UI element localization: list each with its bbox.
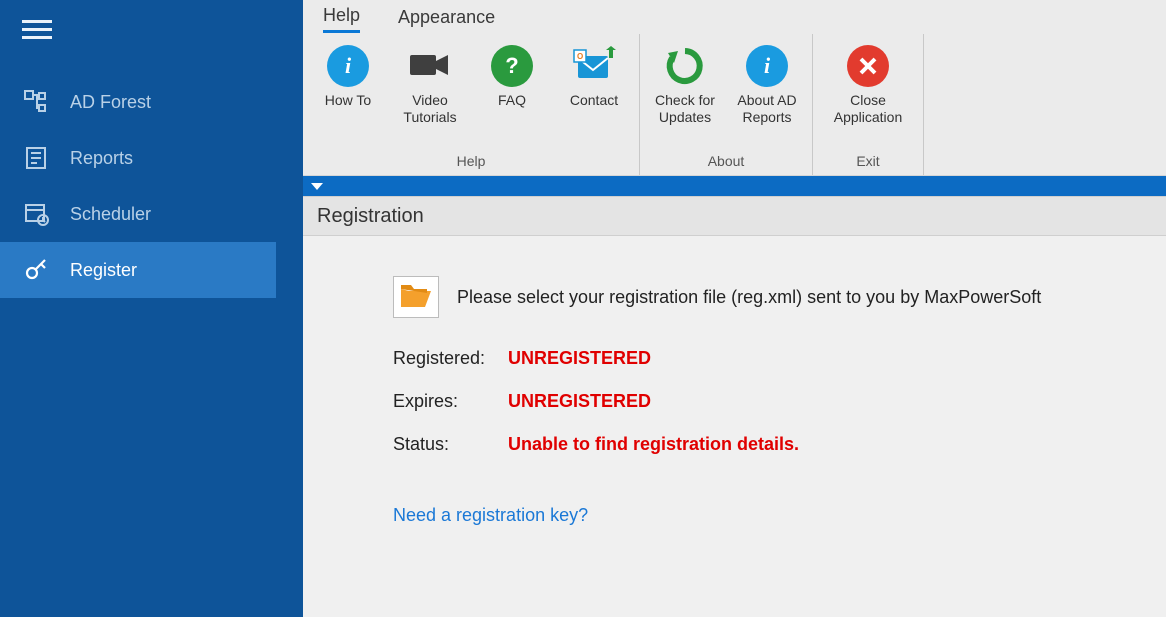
- key-icon: [22, 256, 50, 284]
- contact-button[interactable]: O Contact: [559, 40, 629, 109]
- group-label: Help: [457, 149, 486, 171]
- panel-title: Registration: [303, 196, 1166, 236]
- tree-icon: [22, 88, 50, 116]
- video-icon: [408, 44, 452, 88]
- svg-text:O: O: [577, 52, 583, 61]
- sidebar-item-label: Reports: [70, 148, 133, 169]
- registered-row: Registered: UNREGISTERED: [393, 348, 1136, 369]
- registration-key-link[interactable]: Need a registration key?: [393, 505, 588, 525]
- button-label: FAQ: [498, 92, 526, 109]
- video-tutorials-button[interactable]: Video Tutorials: [395, 40, 465, 126]
- faq-button[interactable]: ? FAQ: [477, 40, 547, 109]
- ribbon-group-about: Check for Updates i About AD Reports Abo…: [640, 34, 813, 175]
- button-label: Check for Updates: [650, 92, 720, 126]
- close-icon: [846, 44, 890, 88]
- button-label: Video Tutorials: [395, 92, 465, 126]
- menu-icon: [22, 18, 281, 42]
- hamburger-menu[interactable]: [0, 0, 303, 56]
- sidebar-item-label: Register: [70, 260, 137, 281]
- sidebar: AD Forest Reports: [0, 0, 303, 617]
- sidebar-item-label: Scheduler: [70, 204, 151, 225]
- status-row: Status: Unable to find registration deta…: [393, 434, 1136, 455]
- main-area: Help Appearance i How To Video Tutorials: [303, 0, 1166, 617]
- tab-help[interactable]: Help: [323, 5, 360, 33]
- sidebar-item-label: AD Forest: [70, 92, 151, 113]
- tab-appearance[interactable]: Appearance: [398, 7, 495, 32]
- expires-label: Expires:: [393, 391, 508, 412]
- button-label: Close Application: [823, 92, 913, 126]
- group-label: About: [708, 149, 745, 171]
- info-icon: i: [326, 44, 370, 88]
- ribbon: i How To Video Tutorials ? FAQ: [303, 34, 1166, 176]
- status-value: Unable to find registration details.: [508, 434, 799, 455]
- sidebar-item-ad-forest[interactable]: AD Forest: [0, 74, 303, 130]
- registered-value: UNREGISTERED: [508, 348, 651, 369]
- expires-row: Expires: UNREGISTERED: [393, 391, 1136, 412]
- open-file-button[interactable]: [393, 276, 439, 318]
- chevron-down-icon: [311, 181, 323, 191]
- ribbon-group-help: i How To Video Tutorials ? FAQ: [303, 34, 640, 175]
- close-application-button[interactable]: Close Application: [823, 40, 913, 126]
- expires-value: UNREGISTERED: [508, 391, 651, 412]
- check-updates-button[interactable]: Check for Updates: [650, 40, 720, 126]
- button-label: How To: [325, 92, 371, 109]
- group-label: Exit: [856, 149, 879, 171]
- button-label: About AD Reports: [732, 92, 802, 126]
- registration-panel: Please select your registration file (re…: [303, 236, 1166, 617]
- sidebar-items: AD Forest Reports: [0, 74, 303, 298]
- registered-label: Registered:: [393, 348, 508, 369]
- folder-open-icon: [399, 281, 433, 314]
- about-adreports-button[interactable]: i About AD Reports: [732, 40, 802, 126]
- mail-icon: O: [572, 44, 616, 88]
- collapse-bar[interactable]: [303, 176, 1166, 196]
- ribbon-group-exit: Close Application Exit: [813, 34, 924, 175]
- button-label: Contact: [570, 92, 618, 109]
- sidebar-item-reports[interactable]: Reports: [0, 130, 303, 186]
- question-icon: ?: [490, 44, 534, 88]
- refresh-icon: [663, 44, 707, 88]
- ribbon-tabs: Help Appearance: [303, 0, 1166, 34]
- info-icon: i: [745, 44, 789, 88]
- sidebar-item-register[interactable]: Register: [0, 242, 276, 298]
- howto-button[interactable]: i How To: [313, 40, 383, 109]
- scheduler-icon: [22, 200, 50, 228]
- reports-icon: [22, 144, 50, 172]
- sidebar-item-scheduler[interactable]: Scheduler: [0, 186, 303, 242]
- status-label: Status:: [393, 434, 508, 455]
- instruction-text: Please select your registration file (re…: [457, 287, 1041, 308]
